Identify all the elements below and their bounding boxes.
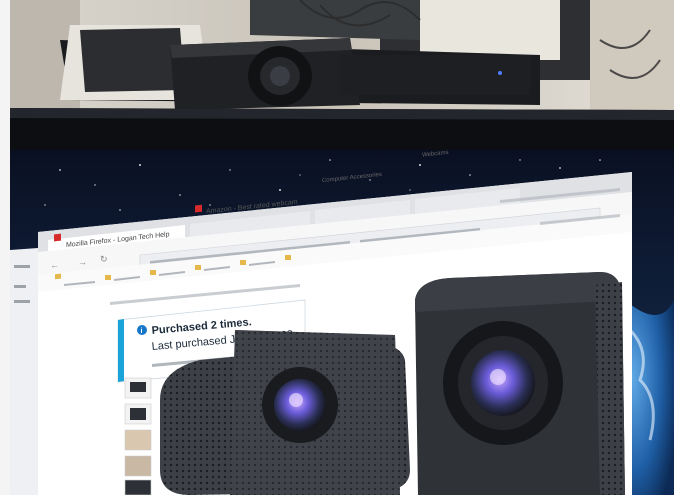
thumbnail[interactable] — [124, 429, 152, 451]
thumbnail[interactable] — [124, 455, 152, 477]
photo: Mozilla Firefox - Logan Tech Help Amazon… — [0, 0, 674, 495]
reload-icon[interactable]: ↻ — [100, 254, 108, 264]
product-image-webcam-large — [415, 272, 625, 495]
back-icon[interactable]: ← — [50, 260, 59, 270]
forward-icon[interactable]: → — [78, 257, 87, 267]
svg-text:i: i — [141, 328, 143, 335]
thumbnail[interactable] — [124, 479, 152, 495]
banner-accent-bar — [118, 319, 124, 382]
